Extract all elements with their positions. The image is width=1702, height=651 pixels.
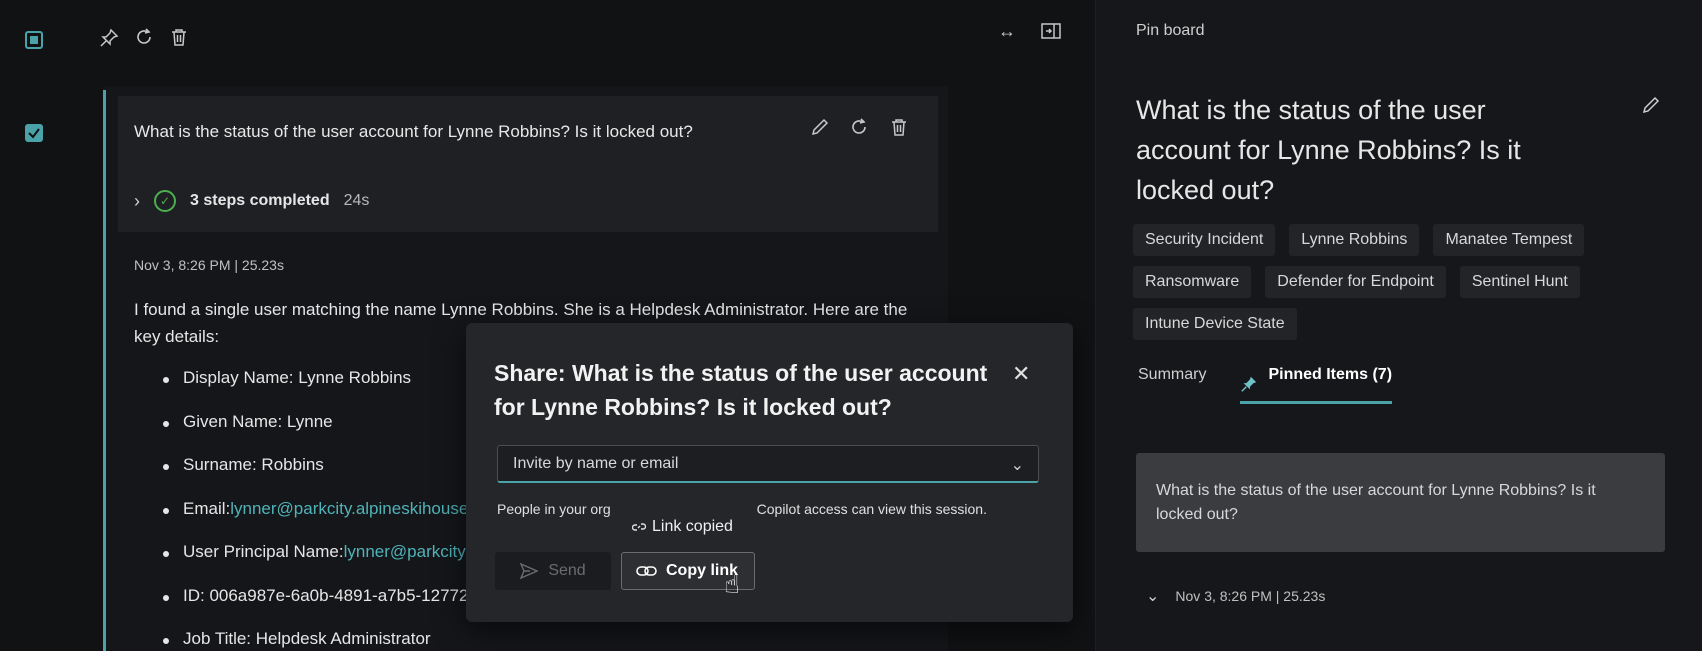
pinned-item-card[interactable]: What is the status of the user account f…: [1136, 453, 1665, 552]
refresh-icon[interactable]: [134, 27, 154, 51]
upn-link[interactable]: lynner@parkcity.a: [344, 542, 479, 562]
tag[interactable]: Intune Device State: [1133, 308, 1297, 340]
pin-board-question: What is the status of the user account f…: [1136, 95, 1521, 205]
close-icon[interactable]: ✕: [1012, 361, 1030, 387]
email-link[interactable]: lynner@parkcity.alpineskihouse.: [230, 499, 473, 519]
tag[interactable]: Manatee Tempest: [1433, 224, 1585, 256]
prompt-text: What is the status of the user account f…: [134, 122, 693, 141]
tab-pinned-items[interactable]: Pinned Items (7): [1240, 366, 1393, 404]
edit-prompt-icon[interactable]: [810, 117, 830, 141]
pin-icon[interactable]: [99, 28, 119, 52]
share-dialog-title: Share: What is the status of the user ac…: [494, 360, 988, 420]
tag-list: Security Incident Lynne Robbins Manatee …: [1133, 224, 1653, 340]
expand-horizontal-icon[interactable]: ↔: [998, 22, 1016, 40]
session-area: ↔ What is the status of the user account…: [0, 0, 1095, 651]
steps-summary[interactable]: › ✓ 3 steps completed 24s: [134, 190, 369, 212]
selection-accent: [103, 90, 106, 651]
select-all-checkbox[interactable]: [25, 31, 43, 49]
hand-cursor-icon: ☝: [724, 569, 740, 599]
steps-label: 3 steps completed: [190, 192, 330, 209]
chevron-down-icon[interactable]: ⌄: [1011, 455, 1024, 475]
tag[interactable]: Ransomware: [1133, 266, 1252, 298]
list-item: Given Name: Lynne: [163, 412, 479, 456]
tab-summary[interactable]: Summary: [1138, 366, 1206, 404]
pin-board-panel: Pin board What is the status of the user…: [1095, 0, 1702, 651]
pin-board-title: Pin board: [1136, 22, 1205, 39]
list-item: Job Title: Helpdesk Administrator: [163, 629, 479, 651]
share-dialog: Share: What is the status of the user ac…: [466, 323, 1073, 622]
delete-prompt-icon[interactable]: [889, 117, 909, 141]
tag[interactable]: Defender for Endpoint: [1265, 266, 1446, 298]
link-icon: [632, 520, 646, 534]
list-item: User Principal Name: lynner@parkcity.a: [163, 542, 479, 586]
list-item: ID: 006a987e-6a0b-4891-a7b5-127723: [163, 586, 479, 630]
chevron-down-icon[interactable]: ⌄: [1146, 586, 1159, 606]
edit-icon[interactable]: [1641, 95, 1661, 115]
item-checkbox[interactable]: [25, 124, 43, 142]
list-item: Display Name: Lynne Robbins: [163, 368, 479, 412]
pinned-item-meta: ⌄ Nov 3, 8:26 PM | 25.23s: [1146, 586, 1326, 606]
pin-icon: [1240, 366, 1258, 401]
invite-input[interactable]: Invite by name or email ⌄: [497, 445, 1039, 483]
pin-board-tabs: Summary Pinned Items (7): [1138, 366, 1393, 404]
steps-duration: 24s: [343, 192, 370, 209]
tag[interactable]: Sentinel Hunt: [1459, 266, 1580, 298]
chevron-right-icon[interactable]: ›: [134, 191, 140, 212]
tag[interactable]: Lynne Robbins: [1289, 224, 1420, 256]
list-item: Email: lynner@parkcity.alpineskihouse.: [163, 499, 479, 543]
check-circle-icon: ✓: [154, 190, 176, 212]
send-icon: [520, 563, 539, 579]
send-button[interactable]: Send: [495, 552, 611, 590]
delete-icon[interactable]: [169, 27, 189, 51]
panel-toggle-icon[interactable]: [1040, 21, 1062, 45]
list-item: Surname: Robbins: [163, 455, 479, 499]
link-copied-toast: Link copied: [624, 509, 744, 545]
user-details-list: Display Name: Lynne Robbins Given Name: …: [163, 368, 479, 651]
response-meta: Nov 3, 8:26 PM | 25.23s: [134, 257, 284, 273]
rerun-prompt-icon[interactable]: [849, 117, 869, 141]
tag[interactable]: Security Incident: [1133, 224, 1276, 256]
link-icon: [636, 563, 658, 579]
